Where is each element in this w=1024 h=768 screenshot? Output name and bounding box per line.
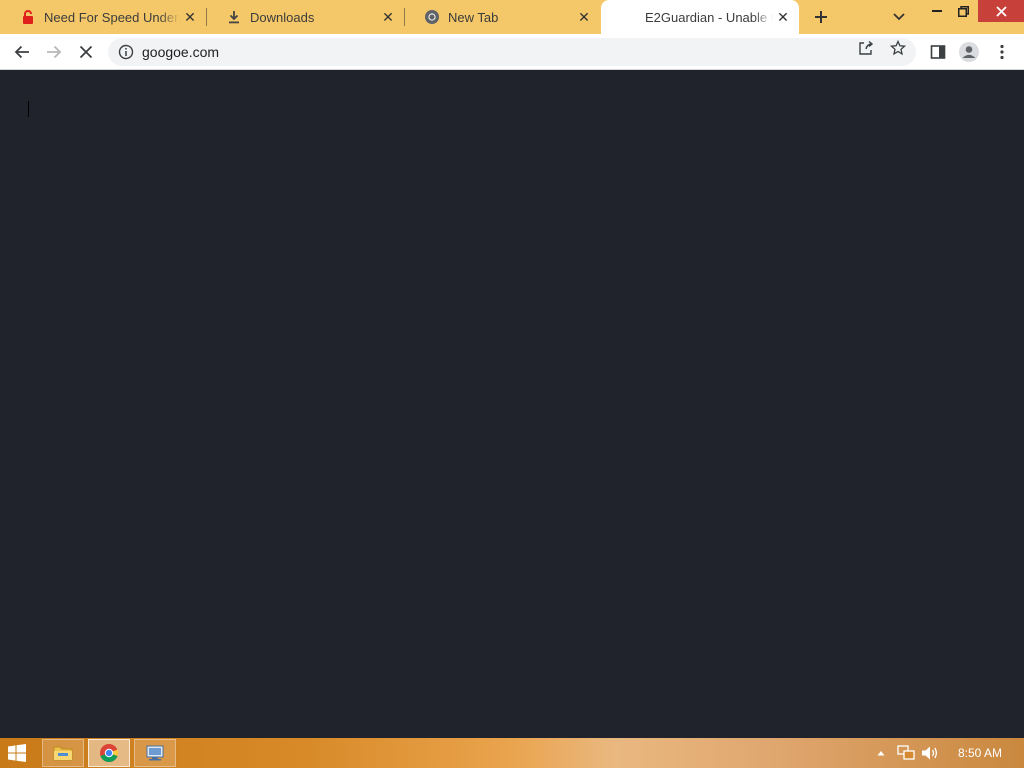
back-button[interactable] bbox=[8, 38, 36, 66]
info-icon[interactable] bbox=[118, 44, 134, 60]
tab-title: Need For Speed Undergr bbox=[44, 9, 180, 25]
back-arrow-icon bbox=[14, 45, 29, 59]
tab-new-tab[interactable]: New Tab ✕ bbox=[404, 0, 600, 34]
stop-loading-icon bbox=[79, 45, 93, 59]
plus-icon bbox=[815, 11, 827, 23]
start-button[interactable] bbox=[8, 744, 26, 762]
tab-e2guardian[interactable]: E2Guardian - Unable to l ✕ bbox=[601, 0, 799, 34]
menu-button[interactable] bbox=[988, 38, 1016, 66]
url-text: googoe.com bbox=[142, 44, 220, 60]
stop-button[interactable] bbox=[72, 38, 100, 66]
taskbar: 8:50 AM bbox=[0, 738, 1024, 768]
taskbar-file-explorer[interactable] bbox=[42, 739, 84, 767]
share-button[interactable] bbox=[854, 38, 878, 58]
network-icon bbox=[897, 745, 915, 760]
volume-icon bbox=[922, 746, 938, 760]
taskbar-network-app[interactable] bbox=[134, 739, 176, 767]
profile-icon bbox=[959, 42, 979, 62]
close-window-button[interactable] bbox=[978, 0, 1024, 22]
taskbar-clock[interactable]: 8:50 AM bbox=[958, 746, 1002, 760]
side-panel-icon bbox=[930, 45, 946, 59]
tab-title: Downloads bbox=[250, 9, 315, 25]
tab-strip: Need For Speed Undergr ✕ Downloads ✕ New… bbox=[0, 0, 1024, 34]
tab-need-for-speed[interactable]: Need For Speed Undergr ✕ bbox=[0, 0, 206, 34]
forward-arrow-icon bbox=[47, 45, 62, 59]
chevron-up-icon bbox=[877, 751, 885, 756]
show-hidden-icons-button[interactable] bbox=[874, 744, 888, 762]
side-panel-button[interactable] bbox=[924, 38, 952, 66]
close-icon[interactable]: ✕ bbox=[574, 7, 594, 27]
address-bar[interactable]: googoe.com bbox=[108, 38, 916, 66]
kebab-menu-icon bbox=[1000, 44, 1004, 60]
star-icon bbox=[890, 40, 906, 56]
tab-title: New Tab bbox=[448, 9, 499, 25]
profile-button[interactable] bbox=[955, 38, 983, 66]
restore-icon bbox=[957, 5, 969, 17]
chrome-icon bbox=[424, 9, 440, 25]
browser-toolbar: googoe.com bbox=[0, 34, 1024, 70]
file-explorer-icon bbox=[53, 746, 73, 761]
download-icon bbox=[226, 9, 242, 25]
close-icon[interactable]: ✕ bbox=[180, 7, 200, 27]
network-app-icon bbox=[146, 745, 164, 761]
minimize-icon bbox=[932, 10, 942, 12]
tab-downloads[interactable]: Downloads ✕ bbox=[206, 0, 404, 34]
windows-logo-icon bbox=[8, 744, 26, 762]
network-tray-button[interactable] bbox=[896, 744, 916, 762]
chevron-down-icon bbox=[893, 13, 905, 21]
text-cursor bbox=[28, 101, 29, 117]
red-lock-icon bbox=[20, 9, 36, 25]
volume-tray-button[interactable] bbox=[920, 744, 940, 762]
blank-favicon-icon bbox=[621, 9, 637, 25]
taskbar-chrome[interactable] bbox=[88, 739, 130, 767]
page-content[interactable] bbox=[0, 71, 1024, 738]
bookmark-button[interactable] bbox=[886, 38, 910, 58]
tab-search-button[interactable] bbox=[888, 5, 910, 29]
minimize-button[interactable] bbox=[924, 0, 950, 22]
forward-button[interactable] bbox=[40, 38, 68, 66]
close-icon[interactable]: ✕ bbox=[773, 7, 793, 27]
restore-button[interactable] bbox=[950, 0, 976, 22]
chrome-icon bbox=[100, 744, 119, 762]
new-tab-button[interactable] bbox=[808, 5, 834, 29]
share-icon bbox=[859, 40, 874, 55]
tab-title: E2Guardian - Unable to l bbox=[645, 9, 773, 25]
close-icon bbox=[995, 5, 1007, 17]
close-icon[interactable]: ✕ bbox=[378, 7, 398, 27]
